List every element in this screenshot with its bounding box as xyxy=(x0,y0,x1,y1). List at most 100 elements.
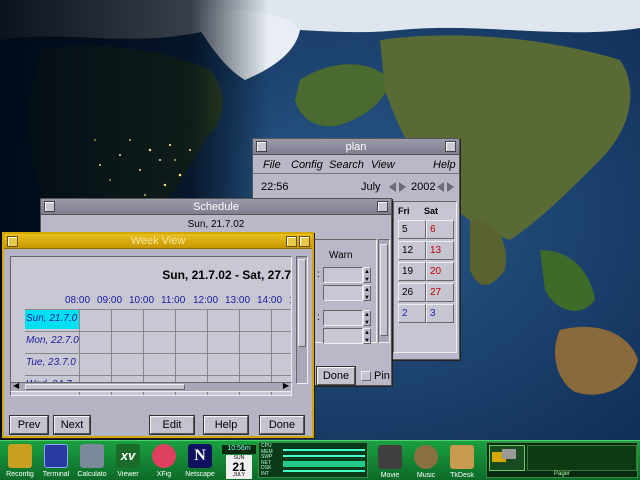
week-vertical-scrollbar[interactable] xyxy=(296,256,308,384)
schedule-date: Sun, 21.7.02 xyxy=(187,219,245,230)
warn-time-field[interactable] xyxy=(323,328,363,344)
day-row-sunday[interactable]: Sun, 21.7.0 xyxy=(25,309,291,329)
hour-label: 1 xyxy=(289,295,291,306)
xfig-launcher[interactable]: XFig xyxy=(146,443,182,479)
window-menu-icon[interactable] xyxy=(256,141,267,152)
plan-title: plan xyxy=(345,141,367,153)
next-button[interactable]: Next xyxy=(54,416,90,434)
warn-spinner[interactable]: ▲ ▼ xyxy=(363,310,371,326)
scrollbar-thumb[interactable] xyxy=(25,384,185,390)
schedule-vertical-scrollbar[interactable] xyxy=(378,239,390,343)
minimize-icon[interactable] xyxy=(286,236,297,247)
calculator-icon xyxy=(80,444,104,468)
pager-desk-2[interactable] xyxy=(527,445,637,471)
day-row-monday[interactable]: Mon, 22.7.0 xyxy=(25,331,291,351)
menu-search[interactable]: Search xyxy=(329,159,364,171)
schedule-done-button[interactable]: Done xyxy=(317,367,355,385)
clock-calendar[interactable]: 10:56m SUN 21 JULY xyxy=(222,445,256,479)
palette-icon xyxy=(152,444,176,468)
warn-column-header: Warn xyxy=(329,250,353,261)
hour-label: 12:00 xyxy=(193,295,219,306)
help-button[interactable]: Help xyxy=(204,416,248,434)
menu-view[interactable]: View xyxy=(371,159,395,171)
prev-button[interactable]: Prev xyxy=(10,416,48,434)
day-label[interactable]: Mon, 22.7.0 xyxy=(25,332,79,351)
week-range: Sun, 21.7.02 - Sat, 27.7 xyxy=(162,268,291,282)
warn-spinner[interactable]: ▲ ▼ xyxy=(363,328,371,344)
day-row-tuesday[interactable]: Tue, 23.7.0 xyxy=(25,353,291,373)
pager-label: Pager xyxy=(553,471,570,477)
viewer-launcher[interactable]: xv Viewer xyxy=(110,443,146,479)
maximize-icon[interactable] xyxy=(299,236,310,247)
minimize-icon[interactable] xyxy=(377,201,388,212)
xv-icon: xv xyxy=(116,444,140,468)
schedule-titlebar[interactable]: Schedule xyxy=(41,199,391,215)
calendar-day[interactable]: 3 xyxy=(426,304,454,323)
calendar-day[interactable]: 27 xyxy=(426,283,454,302)
calendar-day[interactable]: 6 xyxy=(426,220,454,239)
calendar-day[interactable]: 19 xyxy=(398,262,426,281)
scrollbar-thumb[interactable] xyxy=(380,244,388,336)
month-calendar: Fri Sat 5 6 12 13 19 20 26 27 2 3 xyxy=(393,201,457,353)
warn-spinner[interactable]: ▲ ▼ xyxy=(363,267,371,283)
calendar-icon: SUN 21 JULY xyxy=(226,455,252,479)
week-view-title: Week View xyxy=(130,235,186,247)
scroll-right-icon[interactable]: ▶ xyxy=(283,381,289,390)
hour-label: 11:00 xyxy=(161,295,186,306)
warn-spinner[interactable]: ▲ ▼ xyxy=(363,285,371,301)
pager-window-thumb xyxy=(502,449,516,459)
done-button[interactable]: Done xyxy=(260,416,304,434)
film-icon xyxy=(378,445,402,469)
calculator-launcher[interactable]: Calculato xyxy=(74,443,110,479)
menu-help[interactable]: Help xyxy=(433,159,456,171)
pin-label: Pin xyxy=(374,370,390,382)
pager[interactable]: Pager xyxy=(486,442,638,478)
netscape-launcher[interactable]: N Netscape xyxy=(182,443,218,479)
reconfig-launcher[interactable]: Reconfig xyxy=(2,443,38,479)
window-menu-icon[interactable] xyxy=(7,236,18,247)
scroll-left-icon[interactable]: ◀ xyxy=(13,381,19,390)
year-label: 2002 xyxy=(411,181,436,193)
tkdesk-launcher[interactable]: TkDesk xyxy=(444,444,480,480)
plan-menubar: File Config Search View Help xyxy=(253,156,459,174)
calendar-day[interactable]: 2 xyxy=(398,304,426,323)
weekday-header-fri: Fri xyxy=(398,206,410,216)
netscape-icon: N xyxy=(188,444,212,468)
week-horizontal-scrollbar[interactable]: ◀ ▶ xyxy=(10,381,292,392)
terminal-icon xyxy=(44,444,68,468)
reconfig-icon xyxy=(8,444,32,468)
movie-launcher[interactable]: Movie xyxy=(372,444,408,480)
day-label[interactable]: Sun, 21.7.0 xyxy=(25,310,79,329)
music-launcher[interactable]: Music xyxy=(408,444,444,480)
calendar-day[interactable]: 20 xyxy=(426,262,454,281)
month-label: July xyxy=(361,181,381,193)
scrollbar-thumb[interactable] xyxy=(298,259,306,347)
minimize-icon[interactable] xyxy=(445,141,456,152)
next-year-icon[interactable] xyxy=(447,182,454,192)
pin-checkbox[interactable] xyxy=(361,371,371,381)
pager-desk-1[interactable] xyxy=(489,445,525,471)
calendar-day[interactable]: 12 xyxy=(398,241,426,260)
plan-titlebar[interactable]: plan xyxy=(253,139,459,155)
calendar-day[interactable]: 26 xyxy=(398,283,426,302)
warn-time-field[interactable] xyxy=(323,310,363,326)
menu-file[interactable]: File xyxy=(263,159,281,171)
terminal-launcher[interactable]: Terminal xyxy=(38,443,74,479)
warn-time-field[interactable] xyxy=(323,285,363,301)
week-view-titlebar[interactable]: Week View xyxy=(4,234,312,249)
calendar-day[interactable]: 5 xyxy=(398,220,426,239)
week-view-window[interactable]: Week View Sun, 21.7.02 - Sat, 27.7 08:00… xyxy=(2,232,314,438)
prev-month-icon[interactable] xyxy=(389,182,396,192)
window-menu-icon[interactable] xyxy=(44,201,55,212)
prev-year-icon[interactable] xyxy=(437,182,444,192)
hour-label: 10:00 xyxy=(129,295,155,306)
edit-button[interactable]: Edit xyxy=(150,416,194,434)
next-month-icon[interactable] xyxy=(399,182,406,192)
menu-config[interactable]: Config xyxy=(291,159,323,171)
warn-time-field[interactable] xyxy=(323,267,363,283)
clock-time: 10:56m xyxy=(222,445,256,454)
system-monitor: CPU MEM SWP NET DSK INT xyxy=(258,442,368,478)
day-label[interactable]: Tue, 23.7.0 xyxy=(25,354,79,373)
calendar-day[interactable]: 13 xyxy=(426,241,454,260)
schedule-title: Schedule xyxy=(193,201,239,213)
